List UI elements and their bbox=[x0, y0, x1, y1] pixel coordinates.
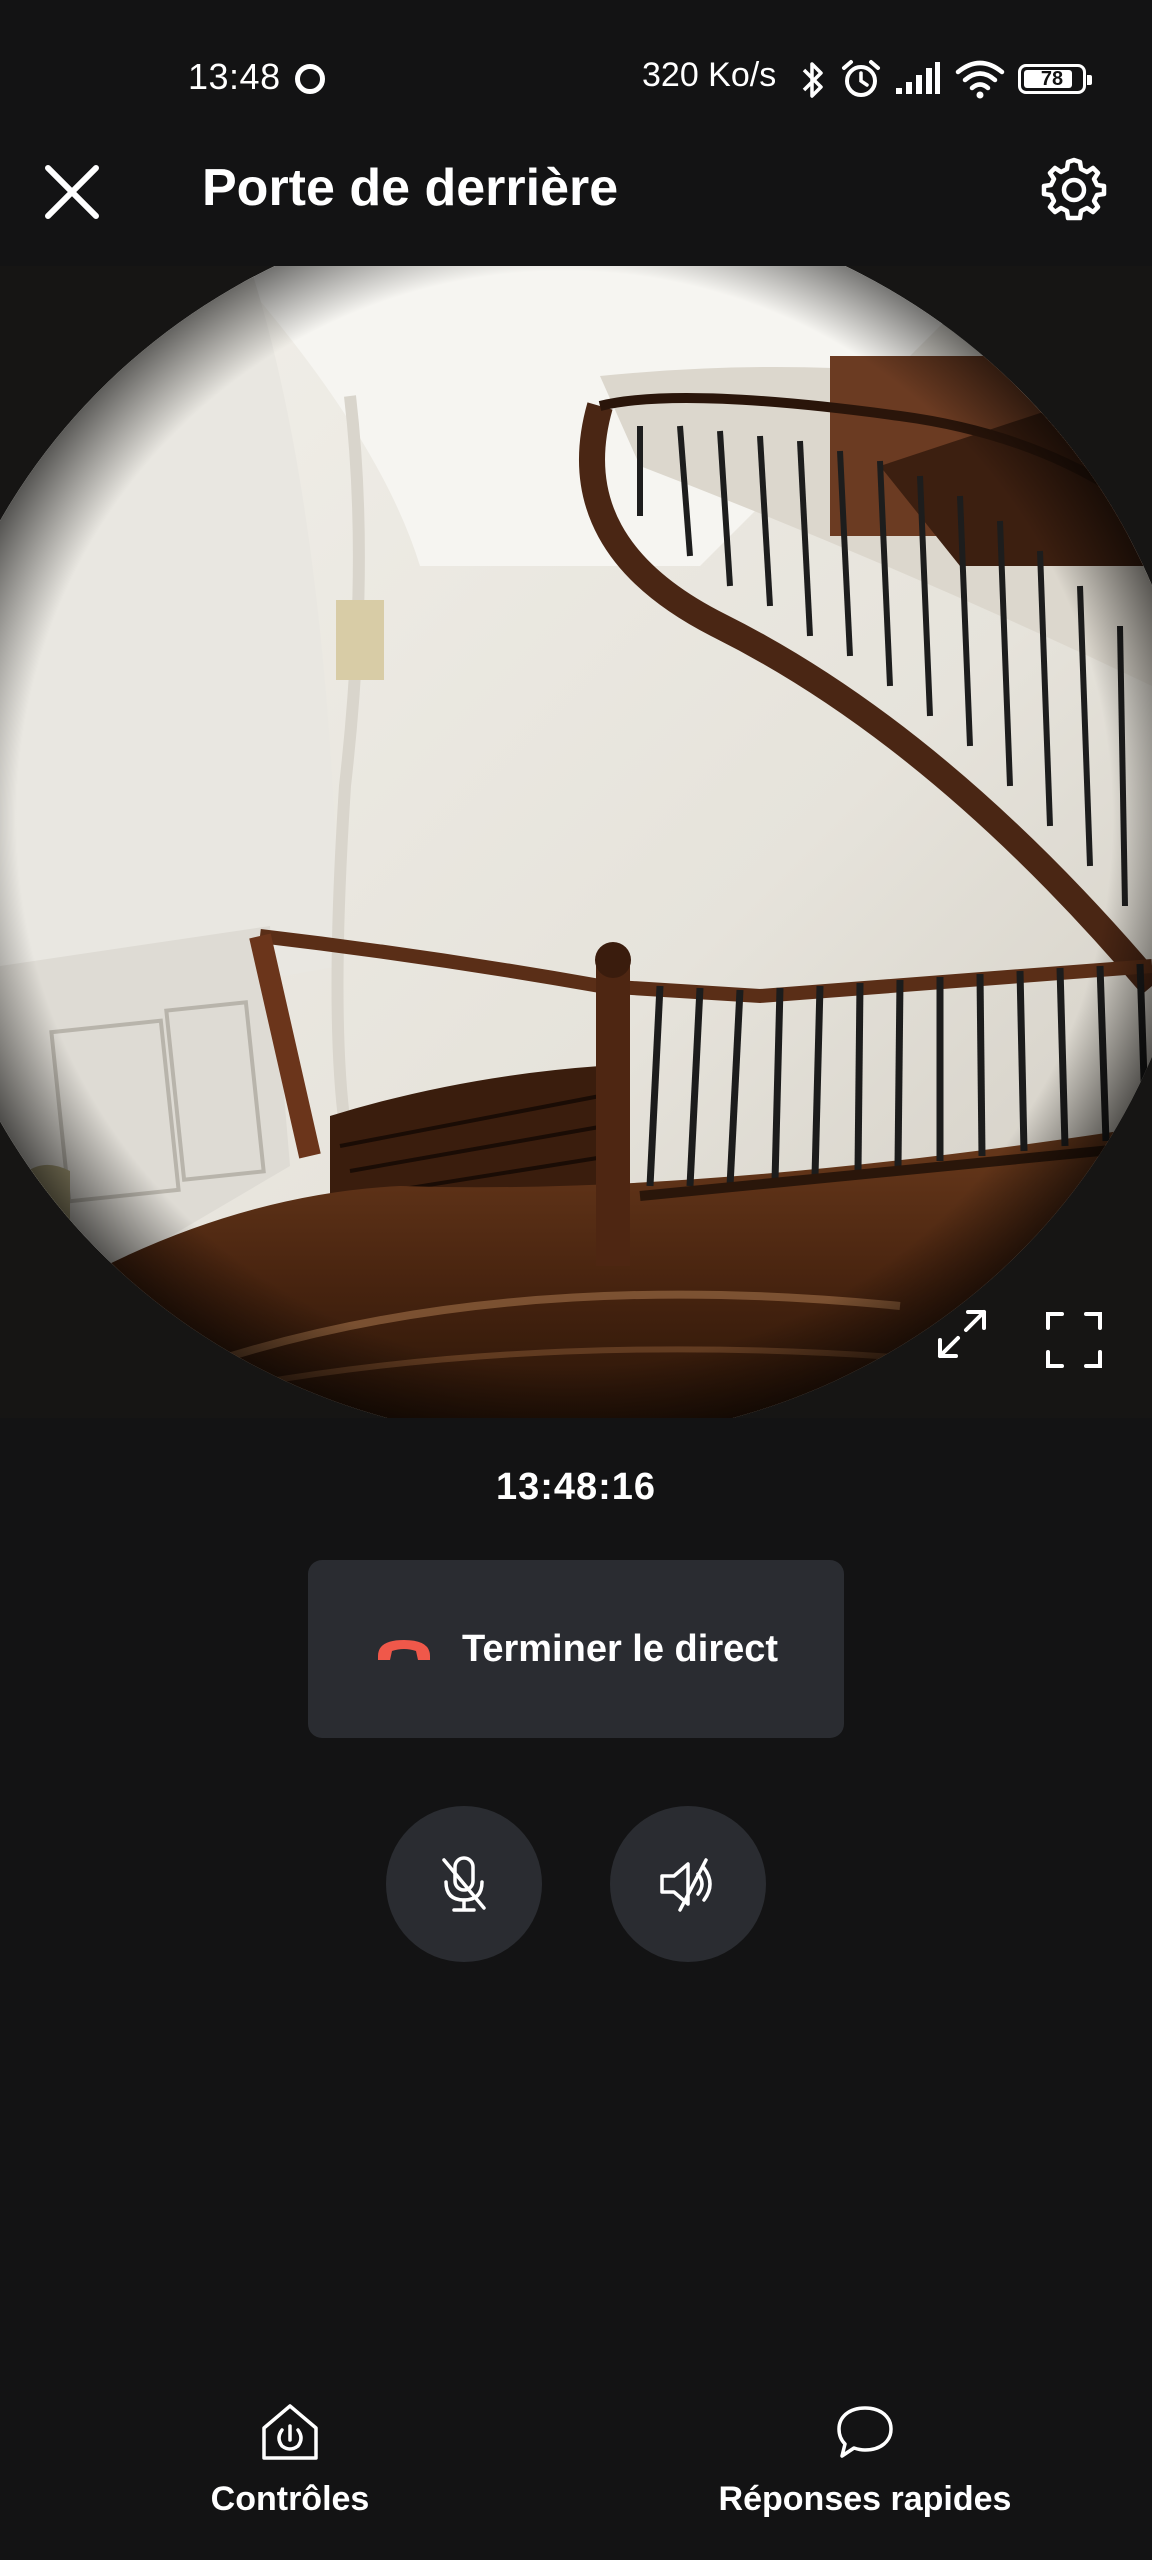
battery-icon: 78 bbox=[1018, 64, 1092, 94]
quick-replies-label: Réponses rapides bbox=[718, 2480, 1012, 2518]
mute-mic-button[interactable] bbox=[386, 1806, 542, 1962]
alarm-icon bbox=[842, 60, 880, 97]
home-power-icon bbox=[262, 2404, 318, 2460]
signal-icon bbox=[896, 62, 940, 94]
battery-level: 78 bbox=[1040, 68, 1064, 90]
expand-icon[interactable] bbox=[932, 1304, 992, 1364]
controls-label: Contrôles bbox=[210, 2480, 370, 2518]
wifi-icon bbox=[955, 60, 1005, 99]
live-view-screen: 13:48 320 Ko/s 78 Porte de derrière 13:4… bbox=[0, 0, 1152, 2560]
controls-tab[interactable]: Contrôles bbox=[190, 2400, 390, 2519]
chat-bubble-icon bbox=[837, 2406, 893, 2458]
mute-speaker-button[interactable] bbox=[610, 1806, 766, 1962]
gear-icon[interactable] bbox=[1038, 154, 1110, 226]
status-bar: 13:48 320 Ko/s 78 bbox=[0, 0, 1152, 130]
sync-icon bbox=[295, 64, 325, 94]
camera-image bbox=[0, 266, 1152, 1418]
live-timestamp: 13:48:16 bbox=[495, 1466, 657, 1508]
mic-muted-icon bbox=[442, 1856, 486, 1912]
fullscreen-icon[interactable] bbox=[1044, 1310, 1104, 1370]
end-live-label: Terminer le direct bbox=[461, 1627, 779, 1670]
quick-replies-tab[interactable]: Réponses rapides bbox=[690, 2400, 1040, 2519]
close-icon[interactable] bbox=[36, 156, 108, 228]
page-title: Porte de derrière bbox=[202, 159, 619, 217]
network-speed: 320 Ko/s bbox=[642, 56, 777, 94]
bluetooth-icon bbox=[802, 62, 823, 98]
header: Porte de derrière bbox=[0, 130, 1152, 266]
speaker-muted-icon bbox=[660, 1858, 712, 1912]
hang-up-icon bbox=[377, 1640, 430, 1660]
status-time: 13:48 bbox=[188, 56, 281, 97]
end-live-button[interactable]: Terminer le direct bbox=[308, 1560, 844, 1738]
camera-feed[interactable] bbox=[0, 266, 1152, 1418]
